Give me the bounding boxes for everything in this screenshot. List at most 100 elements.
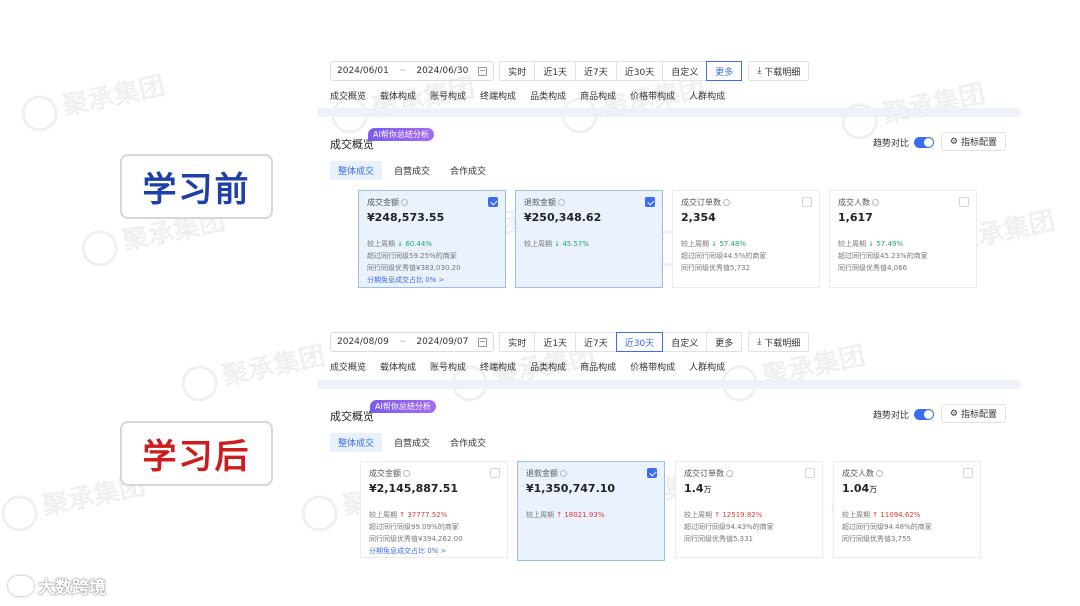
range-7d[interactable]: 近7天 <box>575 61 617 81</box>
metric-card[interactable]: 成交订单数 1.4万 较上周期 ↑ 12519.82% 超过同行同级94.43%… <box>675 461 823 558</box>
subtab-category[interactable]: 品类构成 <box>530 89 566 102</box>
trend-compare: 趋势对比 <box>873 136 934 149</box>
range-1d[interactable]: 近1天 <box>534 61 577 81</box>
card-change: 较上周期 ↓ 57.49% <box>838 240 904 248</box>
download-label: 下载明细 <box>764 338 801 349</box>
card-value: ¥1,350,747.10 <box>526 482 616 495</box>
download-button[interactable]: ⤓ 下载明细 <box>748 61 810 81</box>
card-checkbox[interactable] <box>959 197 969 207</box>
installment-link[interactable]: 分期免息成交占比 0% > <box>367 275 497 285</box>
range-30d[interactable]: 近30天 <box>615 332 664 352</box>
date-end: 2024/09/07 <box>416 337 469 347</box>
subtab-product[interactable]: 商品构成 <box>580 360 616 373</box>
tab-partner[interactable]: 合作成交 <box>442 433 494 452</box>
calendar-icon <box>478 337 488 347</box>
info-icon <box>726 470 733 477</box>
card-checkbox[interactable] <box>488 197 498 207</box>
subtab-price[interactable]: 价格带构成 <box>630 89 675 102</box>
dashboard-panel-before: 2024/06/01 ~ 2024/06/30 实时 近1天 近7天 近30天 … <box>318 58 1020 298</box>
range-7d[interactable]: 近7天 <box>575 332 617 352</box>
card-checkbox[interactable] <box>963 468 973 478</box>
metric-card[interactable]: 退款金额 ¥1,350,747.10 较上周期 ↑ 18021.93% <box>517 461 665 561</box>
info-icon <box>403 470 410 477</box>
range-custom[interactable]: 自定义 <box>662 61 708 81</box>
range-selector: 实时 近1天 近7天 近30天 自定义 更多 <box>499 332 743 352</box>
card-rank: 超过同行同级44.5%的商家 <box>681 252 767 260</box>
subtab-carrier[interactable]: 载体构成 <box>380 360 416 373</box>
card-rank: 超过同行同级94.43%的商家 <box>684 523 774 531</box>
gear-icon: ⚙ <box>949 136 958 147</box>
seal-icon <box>178 361 221 405</box>
label-before: 学习前 <box>120 154 273 219</box>
download-label: 下载明细 <box>764 67 801 78</box>
subtab-account[interactable]: 账号构成 <box>430 89 466 102</box>
metric-card[interactable]: 成交订单数 2,354 较上周期 ↓ 57.48% 超过同行同级44.5%的商家… <box>672 190 820 288</box>
card-title: 退款金额 <box>526 468 656 479</box>
subtab-crowd[interactable]: 人群构成 <box>689 360 725 373</box>
subtab-product[interactable]: 商品构成 <box>580 89 616 102</box>
subtab-crowd[interactable]: 人群构成 <box>689 89 725 102</box>
tab-partner[interactable]: 合作成交 <box>442 161 494 180</box>
info-icon <box>401 199 408 206</box>
seal-icon <box>78 226 121 270</box>
ai-summary-badge[interactable]: AI帮你总结分析 <box>368 128 434 141</box>
info-icon <box>558 199 565 206</box>
tab-self[interactable]: 自营成交 <box>386 433 438 452</box>
trend-compare: 趋势对比 <box>873 408 934 421</box>
range-realtime[interactable]: 实时 <box>499 61 536 81</box>
range-30d[interactable]: 近30天 <box>615 61 664 81</box>
subtab-overview[interactable]: 成交概览 <box>330 360 366 373</box>
dashboard-panel-after: 2024/08/09 ~ 2024/09/07 实时 近1天 近7天 近30天 … <box>318 329 1020 561</box>
range-custom[interactable]: 自定义 <box>662 332 708 352</box>
tab-overall[interactable]: 整体成交 <box>330 433 383 452</box>
trend-toggle[interactable] <box>914 137 934 148</box>
date-separator: ~ <box>398 66 407 76</box>
subtab-price[interactable]: 价格带构成 <box>630 360 675 373</box>
date-range-picker[interactable]: 2024/08/09 ~ 2024/09/07 <box>330 332 495 352</box>
card-checkbox[interactable] <box>647 468 657 478</box>
card-change: 较上周期 ↓ 60.44% <box>367 240 433 248</box>
range-more[interactable]: 更多 <box>706 332 743 352</box>
metric-card[interactable]: 成交金额 ¥2,145,887.51 较上周期 ↑ 37777.52% 超过同行… <box>360 461 508 558</box>
subtab-carrier[interactable]: 载体构成 <box>380 89 416 102</box>
card-checkbox[interactable] <box>645 197 655 207</box>
subtab-terminal[interactable]: 终端构成 <box>480 89 516 102</box>
metric-card[interactable]: 成交人数 1,617 较上周期 ↓ 57.49% 超过同行同级45.23%的商家… <box>829 190 977 288</box>
card-change: 较上周期 ↑ 11094.62% <box>842 511 921 519</box>
range-realtime[interactable]: 实时 <box>499 332 536 352</box>
card-value: 1.04万 <box>842 482 878 495</box>
subtab-category[interactable]: 品类构成 <box>530 360 566 373</box>
trend-label: 趋势对比 <box>872 411 909 421</box>
subtab-terminal[interactable]: 终端构成 <box>480 360 516 373</box>
card-checkbox[interactable] <box>490 468 500 478</box>
card-checkbox[interactable] <box>802 197 812 207</box>
footer-text: 大数跨境 <box>38 578 106 598</box>
metric-config-button[interactable]: ⚙ 指标配置 <box>940 404 1006 423</box>
card-value: 1,617 <box>838 211 873 224</box>
card-checkbox[interactable] <box>805 468 815 478</box>
metric-card[interactable]: 成交金额 ¥248,573.55 较上周期 ↓ 60.44% 超过同行同级59.… <box>358 190 506 288</box>
tab-overall[interactable]: 整体成交 <box>330 161 383 180</box>
metric-card[interactable]: 成交人数 1.04万 较上周期 ↑ 11094.62% 超过同行同级94.48%… <box>833 461 981 558</box>
installment-link[interactable]: 分期免息成交占比 0% > <box>369 546 499 556</box>
date-separator: ~ <box>398 337 407 347</box>
calendar-icon <box>478 66 488 76</box>
subtab-overview[interactable]: 成交概览 <box>330 89 366 102</box>
card-benchmark: 同行同级优秀值5,331 <box>684 535 754 543</box>
config-label: 指标配置 <box>960 410 997 420</box>
tab-self[interactable]: 自营成交 <box>386 161 438 180</box>
subtab-account[interactable]: 账号构成 <box>430 360 466 373</box>
download-icon: ⤓ <box>757 337 762 347</box>
date-range-picker[interactable]: 2024/06/01 ~ 2024/06/30 <box>330 61 495 81</box>
download-button[interactable]: ⤓ 下载明细 <box>748 332 810 352</box>
metric-config-button[interactable]: ⚙ 指标配置 <box>940 132 1006 151</box>
card-change: 较上周期 ↑ 12519.82% <box>684 511 763 519</box>
trend-toggle[interactable] <box>914 409 934 420</box>
range-more[interactable]: 更多 <box>706 61 743 81</box>
card-title: 成交人数 <box>842 468 972 479</box>
card-change: 较上周期 ↓ 45.57% <box>524 240 590 248</box>
ai-summary-badge[interactable]: AI帮你总结分析 <box>370 400 436 413</box>
metric-card[interactable]: 退款金额 ¥250,348.62 较上周期 ↓ 45.57% <box>515 190 663 288</box>
range-1d[interactable]: 近1天 <box>534 332 577 352</box>
content-tabs: 整体成交 自营成交 合作成交 <box>330 433 498 452</box>
